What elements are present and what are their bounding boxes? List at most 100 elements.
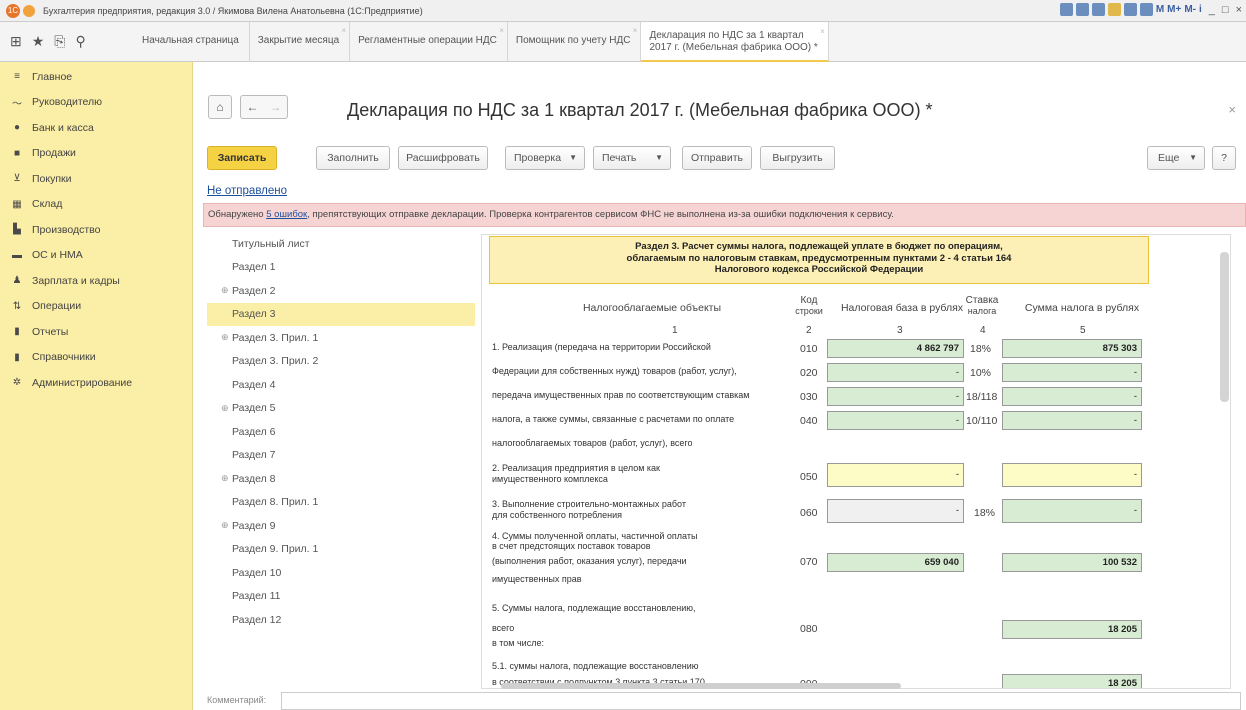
section-item[interactable]: Раздел 8. Прил. 1 <box>207 491 475 515</box>
memory-plus-button[interactable]: M+ <box>1167 4 1181 15</box>
vertical-scrollbar[interactable] <box>1220 252 1229 402</box>
sidebar-item[interactable]: ■ Продажи <box>0 141 192 167</box>
apps-grid-icon[interactable]: ⊞ <box>10 33 22 50</box>
help-button[interactable]: ? <box>1212 146 1236 170</box>
export-button[interactable]: Выгрузить <box>760 146 835 170</box>
sidebar-item[interactable]: ▬ ОС и НМА <box>0 243 192 269</box>
calendar-icon[interactable] <box>1123 3 1137 16</box>
section-item[interactable]: Раздел 1 <box>207 256 475 280</box>
tax-cell[interactable]: - <box>1002 499 1142 523</box>
check-button[interactable]: Проверка ▼ <box>505 146 585 170</box>
fill-button[interactable]: Заполнить <box>316 146 390 170</box>
error-banner: Обнаружено 5 ошибок, препятствующих отпр… <box>203 203 1246 227</box>
tab-month-close[interactable]: Закрытие месяца × <box>250 22 351 62</box>
horizontal-scrollbar[interactable] <box>501 683 901 689</box>
sidebar-item[interactable]: ▮ Отчеты <box>0 319 192 345</box>
minimize-button[interactable]: _ <box>1209 4 1215 16</box>
memory-minus-button[interactable]: M- <box>1184 4 1196 15</box>
maximize-button[interactable]: □ <box>1222 4 1229 16</box>
section-item[interactable]: Раздел 10 <box>207 561 475 585</box>
section-item[interactable]: Раздел 8 <box>207 467 475 491</box>
calculator-icon[interactable] <box>1139 3 1153 16</box>
base-cell[interactable]: - <box>827 411 964 430</box>
section-item[interactable]: Титульный лист <box>207 232 475 256</box>
base-cell[interactable]: - <box>827 499 964 523</box>
window-close-button[interactable]: × <box>1236 4 1242 16</box>
tab-close-icon[interactable]: × <box>499 26 504 35</box>
favorites-icon[interactable] <box>1107 3 1121 16</box>
section-item[interactable]: Раздел 9. Прил. 1 <box>207 538 475 562</box>
memory-button[interactable]: M <box>1156 4 1164 15</box>
decode-button[interactable]: Расшифровать <box>398 146 488 170</box>
info-icon[interactable]: i <box>1199 4 1202 15</box>
tab-close-icon[interactable]: × <box>633 26 638 35</box>
sidebar-item[interactable]: ⊻ Покупки <box>0 166 192 192</box>
tax-cell[interactable]: 18 205 <box>1002 674 1142 688</box>
sidebar-item[interactable]: ⇅ Операции <box>0 294 192 320</box>
section-item[interactable]: Раздел 3. Прил. 1 <box>207 326 475 350</box>
errors-link[interactable]: 5 ошибок <box>266 209 307 220</box>
tax-cell[interactable]: - <box>1002 463 1142 487</box>
history-icon[interactable]: ⎘ <box>54 33 65 50</box>
section-item[interactable]: Раздел 12 <box>207 608 475 632</box>
tab-home[interactable]: Начальная страница <box>134 22 250 62</box>
tax-cell[interactable]: - <box>1002 411 1142 430</box>
base-cell[interactable]: - <box>827 387 964 406</box>
col-rate-line: Ставка <box>965 295 999 306</box>
section-item[interactable]: Раздел 3. Прил. 2 <box>207 350 475 374</box>
tab-close-icon[interactable]: × <box>820 26 825 38</box>
sidebar-item[interactable]: ▙ Производство <box>0 217 192 243</box>
base-cell[interactable]: - <box>827 463 964 487</box>
page-close-button[interactable]: × <box>1228 102 1236 117</box>
star-icon[interactable]: ★ <box>32 33 45 50</box>
send-button[interactable]: Отправить <box>682 146 752 170</box>
send-status-link[interactable]: Не отправлено <box>207 185 287 197</box>
sidebar-item[interactable]: ▦ Склад <box>0 192 192 218</box>
tab-vat-assistant[interactable]: Помощник по учету НДС × <box>508 22 642 62</box>
print-icon[interactable] <box>1075 3 1089 16</box>
section-item[interactable]: Раздел 5 <box>207 397 475 421</box>
base-cell[interactable]: 4 862 797 <box>827 339 964 358</box>
search-icon[interactable]: ⚲ <box>76 33 86 50</box>
section-item[interactable]: Раздел 2 <box>207 279 475 303</box>
tax-cell[interactable]: 875 303 <box>1002 339 1142 358</box>
sidebar-item[interactable]: ✲ Администрирование <box>0 370 192 396</box>
row-code: 070 <box>800 556 818 568</box>
tab-close-icon[interactable]: × <box>341 26 346 35</box>
section-item-selected[interactable]: Раздел 3 <box>207 302 475 326</box>
tax-cell[interactable]: 100 532 <box>1002 553 1142 572</box>
sidebar-item[interactable]: 〜 Руководителю <box>0 90 192 116</box>
section-item[interactable]: Раздел 4 <box>207 373 475 397</box>
sidebar-item[interactable]: ▮ Справочники <box>0 345 192 371</box>
dropdown-arrow-icon: ▼ <box>655 153 663 162</box>
person-icon: ♟ <box>12 275 22 287</box>
section-item[interactable]: Раздел 9 <box>207 514 475 538</box>
sidebar-item[interactable]: ♟ Зарплата и кадры <box>0 268 192 294</box>
print-button[interactable]: Печать ▼ <box>593 146 671 170</box>
tab-vat-declaration[interactable]: Декларация по НДС за 1 квартал 2017 г. (М… <box>641 22 829 62</box>
sidebar-item[interactable]: ● Банк и касса <box>0 115 192 141</box>
base-cell[interactable]: - <box>827 363 964 382</box>
tax-cell[interactable]: - <box>1002 363 1142 382</box>
coin-icon: ● <box>13 122 21 134</box>
more-button[interactable]: Еще ▼ <box>1147 146 1205 170</box>
preview-icon[interactable] <box>1091 3 1105 16</box>
forward-arrow-icon[interactable]: → <box>270 100 282 114</box>
save-icon[interactable] <box>1059 3 1073 16</box>
sidebar-item[interactable]: ≡ Главное <box>0 64 192 90</box>
comment-input[interactable] <box>281 692 1241 710</box>
section-item[interactable]: Раздел 7 <box>207 444 475 468</box>
section-item[interactable]: Раздел 6 <box>207 420 475 444</box>
app-menu-icon[interactable] <box>23 4 35 17</box>
section-header: Раздел 3. Расчет суммы налога, подлежаще… <box>489 236 1149 284</box>
cell-value: - <box>955 469 959 480</box>
base-cell[interactable]: 659 040 <box>827 553 964 572</box>
tax-cell[interactable]: 18 205 <box>1002 620 1142 639</box>
section-item[interactable]: Раздел 11 <box>207 585 475 609</box>
menu-icon: ≡ <box>14 71 20 83</box>
home-button[interactable]: ⌂ <box>208 95 232 119</box>
tab-vat-operations[interactable]: Регламентные операции НДС × <box>350 22 508 62</box>
back-arrow-icon[interactable]: ← <box>247 100 259 114</box>
save-button[interactable]: Записать <box>207 146 277 170</box>
tax-cell[interactable]: - <box>1002 387 1142 406</box>
